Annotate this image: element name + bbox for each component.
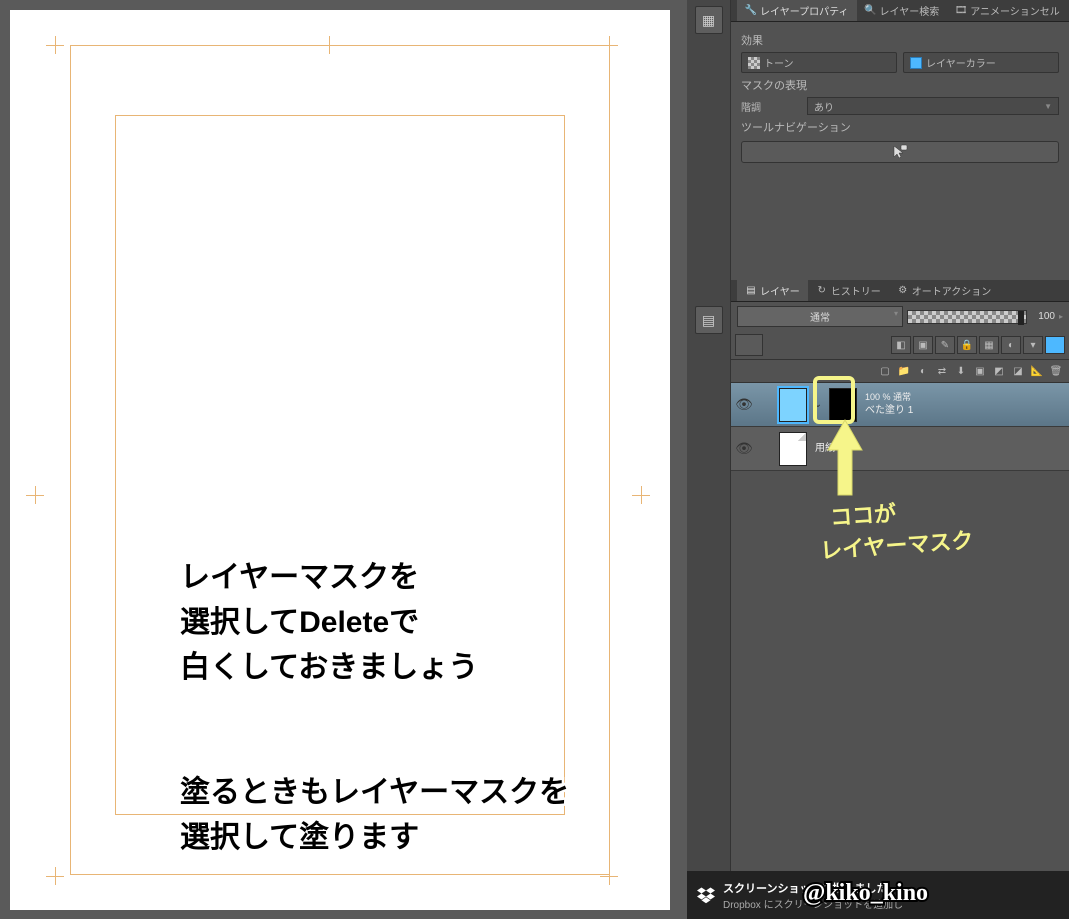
tab-animation-cel[interactable]: 🎞 アニメーションセル <box>947 0 1068 21</box>
layer-color-button[interactable] <box>1045 336 1065 354</box>
instruction-overlay-2: 塗るときもレイヤーマスクを 選択して塗ります <box>180 770 569 860</box>
cropmark-icon <box>320 36 338 54</box>
layer-panel: ▤ レイヤー ↻ ヒストリー ⚙ オートアクション 通常 100 ▸ ◧ <box>731 280 1069 471</box>
new-layer-button[interactable]: ▢ <box>876 363 894 379</box>
color-swatch-icon <box>910 57 922 69</box>
tab-history[interactable]: ↻ ヒストリー <box>808 280 889 301</box>
opacity-value: 100 <box>1031 311 1055 322</box>
tab-label: ヒストリー <box>831 283 881 298</box>
chevron-down-icon: ▼ <box>1044 102 1052 111</box>
handwriting-annotation: ココが <box>829 496 897 533</box>
property-tab-row: 🔧 レイヤープロパティ 🔍 レイヤー検索 🎞 アニメーションセル <box>731 0 1069 22</box>
tab-label: アニメーションセル <box>970 3 1060 18</box>
new-correction-button[interactable]: ◐ <box>914 363 932 379</box>
mask-thumbnail[interactable] <box>829 388 857 422</box>
film-icon: 🎞 <box>955 5 967 17</box>
gradation-value: あり <box>814 99 834 114</box>
ref-button[interactable]: ▣ <box>913 336 933 354</box>
layer-color-toggle[interactable]: レイヤーカラー <box>903 52 1059 73</box>
draft-button[interactable]: ✎ <box>935 336 955 354</box>
blend-mode-value: 通常 <box>810 313 830 324</box>
layer-name[interactable]: 用紙 <box>815 442 1069 455</box>
layer-list: 👁 ⌄ 100 % 通常 べた塗り 1 👁 <box>731 383 1069 471</box>
tone-label: トーン <box>764 55 794 70</box>
tab-label: レイヤープロパティ <box>760 3 849 18</box>
combine-button[interactable]: ▣ <box>971 363 989 379</box>
tab-layers[interactable]: ▤ レイヤー <box>737 280 808 301</box>
new-folder-button[interactable]: 📁 <box>895 363 913 379</box>
layer-tab-row: ▤ レイヤー ↻ ヒストリー ⚙ オートアクション <box>731 280 1069 302</box>
cropmark-icon <box>46 867 64 885</box>
cropmark-icon <box>600 867 618 885</box>
signature-watermark: @kiko_kino <box>803 880 928 907</box>
tone-toggle[interactable]: トーン <box>741 52 897 73</box>
mask-enable-button[interactable]: ◐ <box>1001 336 1021 354</box>
mask-button[interactable]: ◩ <box>990 363 1008 379</box>
clip-button[interactable]: ◧ <box>891 336 911 354</box>
panel-dock-strip: ▦ ▤ <box>687 0 731 919</box>
history-icon: ↻ <box>816 285 828 297</box>
merge-button[interactable]: ⬇ <box>952 363 970 379</box>
layer-color-label: レイヤーカラー <box>926 55 996 70</box>
tab-label: オートアクション <box>912 283 992 298</box>
ruler-button[interactable]: ▾ <box>1023 336 1043 354</box>
checker-icon <box>748 57 760 69</box>
action-icon: ⚙ <box>897 285 909 297</box>
apply-mask-button[interactable]: ◪ <box>1009 363 1027 379</box>
layer-toolbar-2: ▢ 📁 ◐ ⇄ ⬇ ▣ ◩ ◪ 📐 🗑 <box>731 360 1069 383</box>
lock-button[interactable]: 🔒 <box>957 336 977 354</box>
layer-toolbar-1: ◧ ▣ ✎ 🔒 ▦ ◐ ▾ <box>731 331 1069 360</box>
side-panel-area: ▦ ▤ 🔧 レイヤープロパティ 🔍 レイヤー検索 🎞 アニメーションセル 効果 <box>687 0 1069 919</box>
blend-opacity-row: 通常 100 ▸ <box>731 302 1069 331</box>
transfer-button[interactable]: ⇄ <box>933 363 951 379</box>
ruler2-button[interactable]: 📐 <box>1028 363 1046 379</box>
instruction-overlay-1: レイヤーマスクを 選択してDeleteで 白くしておきましょう <box>180 555 478 690</box>
layer-filter-button[interactable] <box>735 334 763 356</box>
visibility-toggle[interactable]: 👁 <box>731 440 757 457</box>
blend-mode-dropdown[interactable]: 通常 <box>737 306 903 327</box>
tab-layer-property[interactable]: 🔧 レイヤープロパティ <box>737 0 857 21</box>
gradation-dropdown[interactable]: あり ▼ <box>807 97 1059 115</box>
layer-name[interactable]: べた塗り 1 <box>865 404 1069 417</box>
opacity-slider[interactable] <box>907 310 1027 324</box>
dock-icon[interactable]: ▤ <box>695 306 723 334</box>
dock-icon[interactable]: ▦ <box>695 6 723 34</box>
layer-opacity-mode: 100 % 通常 <box>865 392 1069 404</box>
dropbox-icon <box>697 886 715 904</box>
gradation-label: 階調 <box>741 99 801 114</box>
layer-thumbnail[interactable] <box>779 388 807 422</box>
wrench-icon: 🔧 <box>745 5 757 17</box>
search-icon: 🔍 <box>865 5 877 17</box>
layers-icon: ▤ <box>745 285 757 297</box>
cropmark-icon <box>26 486 44 504</box>
mask-expression-label: マスクの表現 <box>741 77 1059 93</box>
lock-pixel-button[interactable]: ▦ <box>979 336 999 354</box>
tool-nav-label: ツールナビゲーション <box>741 119 1059 135</box>
effect-section-label: 効果 <box>741 32 1059 48</box>
delete-button[interactable]: 🗑 <box>1047 363 1065 379</box>
chevron-icon[interactable]: ▸ <box>1059 312 1063 321</box>
tab-label: レイヤー検索 <box>880 3 940 18</box>
layer-row-fill[interactable]: 👁 ⌄ 100 % 通常 べた塗り 1 <box>731 383 1069 427</box>
layer-row-paper[interactable]: 👁 用紙 <box>731 427 1069 471</box>
link-icon[interactable]: ⌄ <box>811 399 825 410</box>
visibility-toggle[interactable]: 👁 <box>731 396 757 413</box>
layer-thumbnail[interactable] <box>779 432 807 466</box>
tab-auto-action[interactable]: ⚙ オートアクション <box>889 280 1000 301</box>
layer-property-body: 効果 トーン レイヤーカラー マスクの表現 階調 あり ▼ ツールナビゲ <box>731 22 1069 169</box>
cropmark-icon <box>600 36 618 54</box>
tool-navigation-button[interactable] <box>741 141 1059 163</box>
tab-layer-search[interactable]: 🔍 レイヤー検索 <box>857 0 948 21</box>
cropmark-icon <box>632 486 650 504</box>
cropmark-icon <box>46 36 64 54</box>
safe-guide <box>115 115 565 815</box>
tab-label: レイヤー <box>760 283 800 298</box>
cursor-icon <box>892 144 908 160</box>
